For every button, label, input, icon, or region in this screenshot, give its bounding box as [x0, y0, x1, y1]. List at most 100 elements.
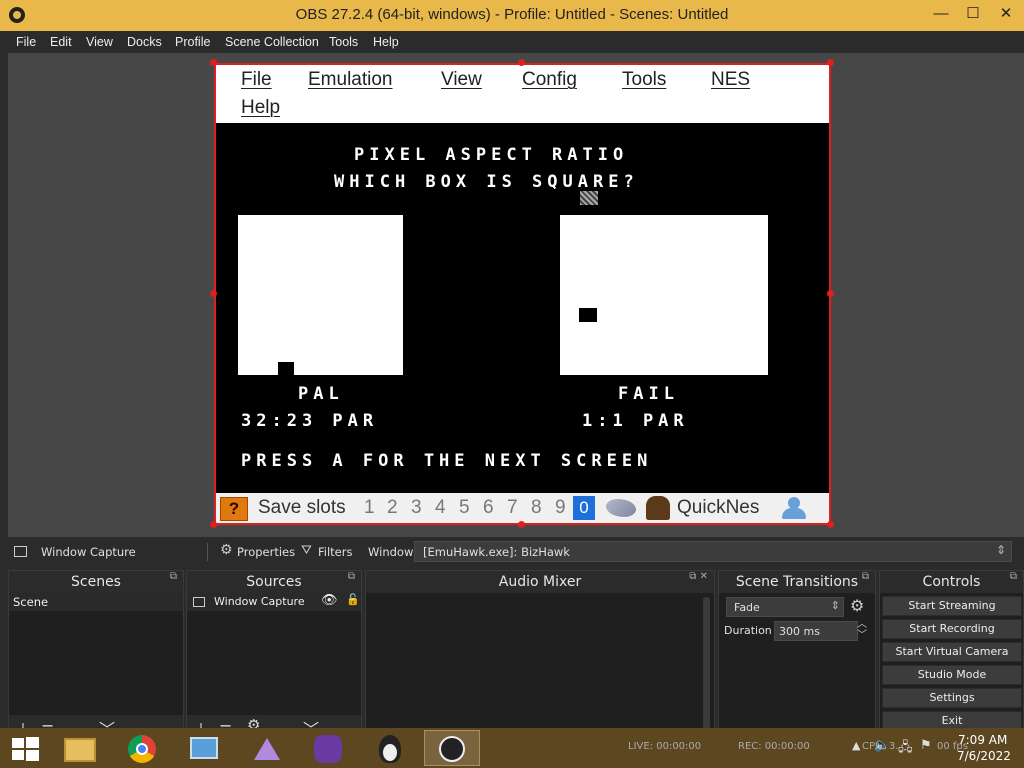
properties-button[interactable]: Properties [237, 545, 295, 559]
emu-menu-tools[interactable]: Tools [622, 69, 666, 91]
tray-chevron-icon[interactable]: ▲ [852, 739, 860, 752]
emulator-status-bar: ? Save slots 1 2 3 4 5 6 7 8 9 0 QuickNe… [216, 493, 829, 523]
window-select-value: [EmuHawk.exe]: BizHawk [423, 545, 570, 559]
menu-docks[interactable]: Docks [127, 35, 162, 49]
eye-icon[interactable]: 👁 [321, 593, 338, 608]
float-icon[interactable]: ⧉ [348, 571, 355, 582]
maximize-button[interactable]: ☐ [962, 4, 984, 24]
resize-handle-l[interactable] [210, 290, 217, 297]
close-button[interactable]: ✕ [995, 4, 1017, 24]
flag-icon[interactable]: ⚑ [920, 738, 932, 753]
windows-start-icon[interactable] [0, 730, 56, 766]
start-virtual-camera-button[interactable]: Start Virtual Camera [882, 642, 1022, 662]
gear-icon[interactable]: ⚙ [850, 596, 864, 615]
menu-help[interactable]: Help [373, 35, 399, 49]
core-name: QuickNes [677, 497, 760, 518]
resize-handle-tr[interactable] [827, 59, 834, 66]
left-box [238, 215, 403, 375]
slot-8[interactable]: 8 [531, 497, 542, 519]
clock-time[interactable]: 7:09 AM [958, 733, 1007, 747]
slot-1[interactable]: 1 [364, 497, 375, 519]
emulator-menu-bar: File Emulation View Config Tools NES Hel… [216, 65, 829, 123]
app-triangle-icon[interactable] [238, 730, 294, 766]
emu-menu-emulation[interactable]: Emulation [308, 69, 393, 91]
filters-button[interactable]: Filters [318, 545, 352, 559]
start-recording-button[interactable]: Start Recording [882, 619, 1022, 639]
float-icon[interactable]: ⧉ ✕ [689, 571, 708, 582]
emu-menu-help[interactable]: Help [241, 97, 280, 119]
emu-menu-view[interactable]: View [441, 69, 482, 91]
resize-handle-t[interactable] [518, 59, 525, 66]
window-title: OBS 27.2.4 (64-bit, windows) - Profile: … [295, 6, 729, 23]
menu-edit[interactable]: Edit [50, 35, 72, 49]
lock-icon[interactable]: 🔓 [346, 593, 360, 606]
source-name: Window Capture [214, 595, 305, 608]
file-explorer-icon[interactable] [52, 730, 108, 766]
duration-input[interactable]: 300 ms [774, 621, 858, 641]
slot-4[interactable]: 4 [435, 497, 446, 519]
window-label: Window [368, 545, 414, 559]
controller-icon[interactable] [606, 499, 636, 517]
chevron-updown-icon: ⇕ [830, 599, 840, 612]
menu-file[interactable]: File [16, 35, 36, 49]
slot-3[interactable]: 3 [411, 497, 422, 519]
resize-handle-b[interactable] [518, 521, 525, 528]
resize-handle-bl[interactable] [210, 521, 217, 528]
filter-icon[interactable]: ⛛ [301, 543, 312, 558]
slot-6[interactable]: 6 [483, 497, 494, 519]
minimize-button[interactable]: — [930, 4, 952, 24]
source-list-item[interactable]: Window Capture 👁 🔓 [187, 593, 361, 611]
menu-view[interactable]: View [86, 35, 113, 49]
audio-mixer-dock: Audio Mixer ⧉ ✕ [365, 570, 715, 738]
float-icon[interactable]: ⧉ [170, 571, 177, 582]
emu-menu-config[interactable]: Config [522, 69, 577, 91]
game-screen: PIXEL ASPECT RATIO WHICH BOX IS SQUARE? … [216, 123, 829, 493]
user-icon[interactable] [779, 496, 809, 520]
resize-handle-br[interactable] [827, 521, 834, 528]
audio-mixer-title: Audio Mixer [366, 571, 714, 593]
scene-list-item[interactable]: Scene [9, 593, 183, 611]
captured-emulator-window[interactable]: File Emulation View Config Tools NES Hel… [214, 63, 831, 525]
slot-5[interactable]: 5 [459, 497, 470, 519]
right-ratio: 1:1 PAR [582, 411, 689, 431]
app-mask-icon[interactable] [300, 730, 356, 766]
resize-handle-r[interactable] [827, 290, 834, 297]
question-block-icon[interactable]: ? [220, 497, 248, 521]
menu-profile[interactable]: Profile [175, 35, 210, 49]
stepper-icon[interactable]: ︿ ﹀ [857, 619, 867, 641]
selected-source-name: Window Capture [41, 545, 136, 559]
slot-0-selected[interactable]: 0 [573, 496, 595, 520]
mixer-scrollbar[interactable] [703, 597, 710, 729]
studio-mode-button[interactable]: Studio Mode [882, 665, 1022, 685]
left-box-marker [278, 362, 294, 375]
clock-date[interactable]: 7/6/2022 [957, 749, 1011, 763]
window-select[interactable]: [EmuHawk.exe]: BizHawk ⇕ [414, 541, 1012, 562]
slot-2[interactable]: 2 [387, 497, 398, 519]
window-capture-icon [14, 546, 27, 557]
duration-label: Duration [724, 624, 772, 637]
emu-menu-file[interactable]: File [241, 69, 272, 91]
separator [207, 543, 208, 561]
slot-7[interactable]: 7 [507, 497, 518, 519]
menu-scene-collection[interactable]: Scene Collection [225, 35, 319, 49]
network-icon[interactable]: 🖧 [898, 738, 913, 760]
gear-icon[interactable]: ⚙ [220, 542, 233, 558]
slot-9[interactable]: 9 [555, 497, 566, 519]
window-capture-icon [193, 597, 205, 607]
transition-select[interactable]: Fade ⇕ [726, 597, 844, 617]
float-icon[interactable]: ⧉ [862, 571, 869, 582]
menu-tools[interactable]: Tools [329, 35, 358, 49]
volume-icon[interactable]: 🔈 [874, 738, 890, 753]
obs-taskbar-icon[interactable] [424, 730, 480, 766]
chrome-icon[interactable] [114, 730, 170, 766]
control-panel-icon[interactable] [176, 730, 232, 766]
emu-menu-nes[interactable]: NES [711, 69, 750, 91]
screen-footer: PRESS A FOR THE NEXT SCREEN [241, 451, 653, 471]
settings-button[interactable]: Settings [882, 688, 1022, 708]
right-label: FAIL [618, 384, 679, 404]
app-tux-icon[interactable] [362, 730, 418, 766]
resize-handle-tl[interactable] [210, 59, 217, 66]
right-box-marker [579, 308, 597, 322]
float-icon[interactable]: ⧉ [1010, 571, 1017, 582]
start-streaming-button[interactable]: Start Streaming [882, 596, 1022, 616]
